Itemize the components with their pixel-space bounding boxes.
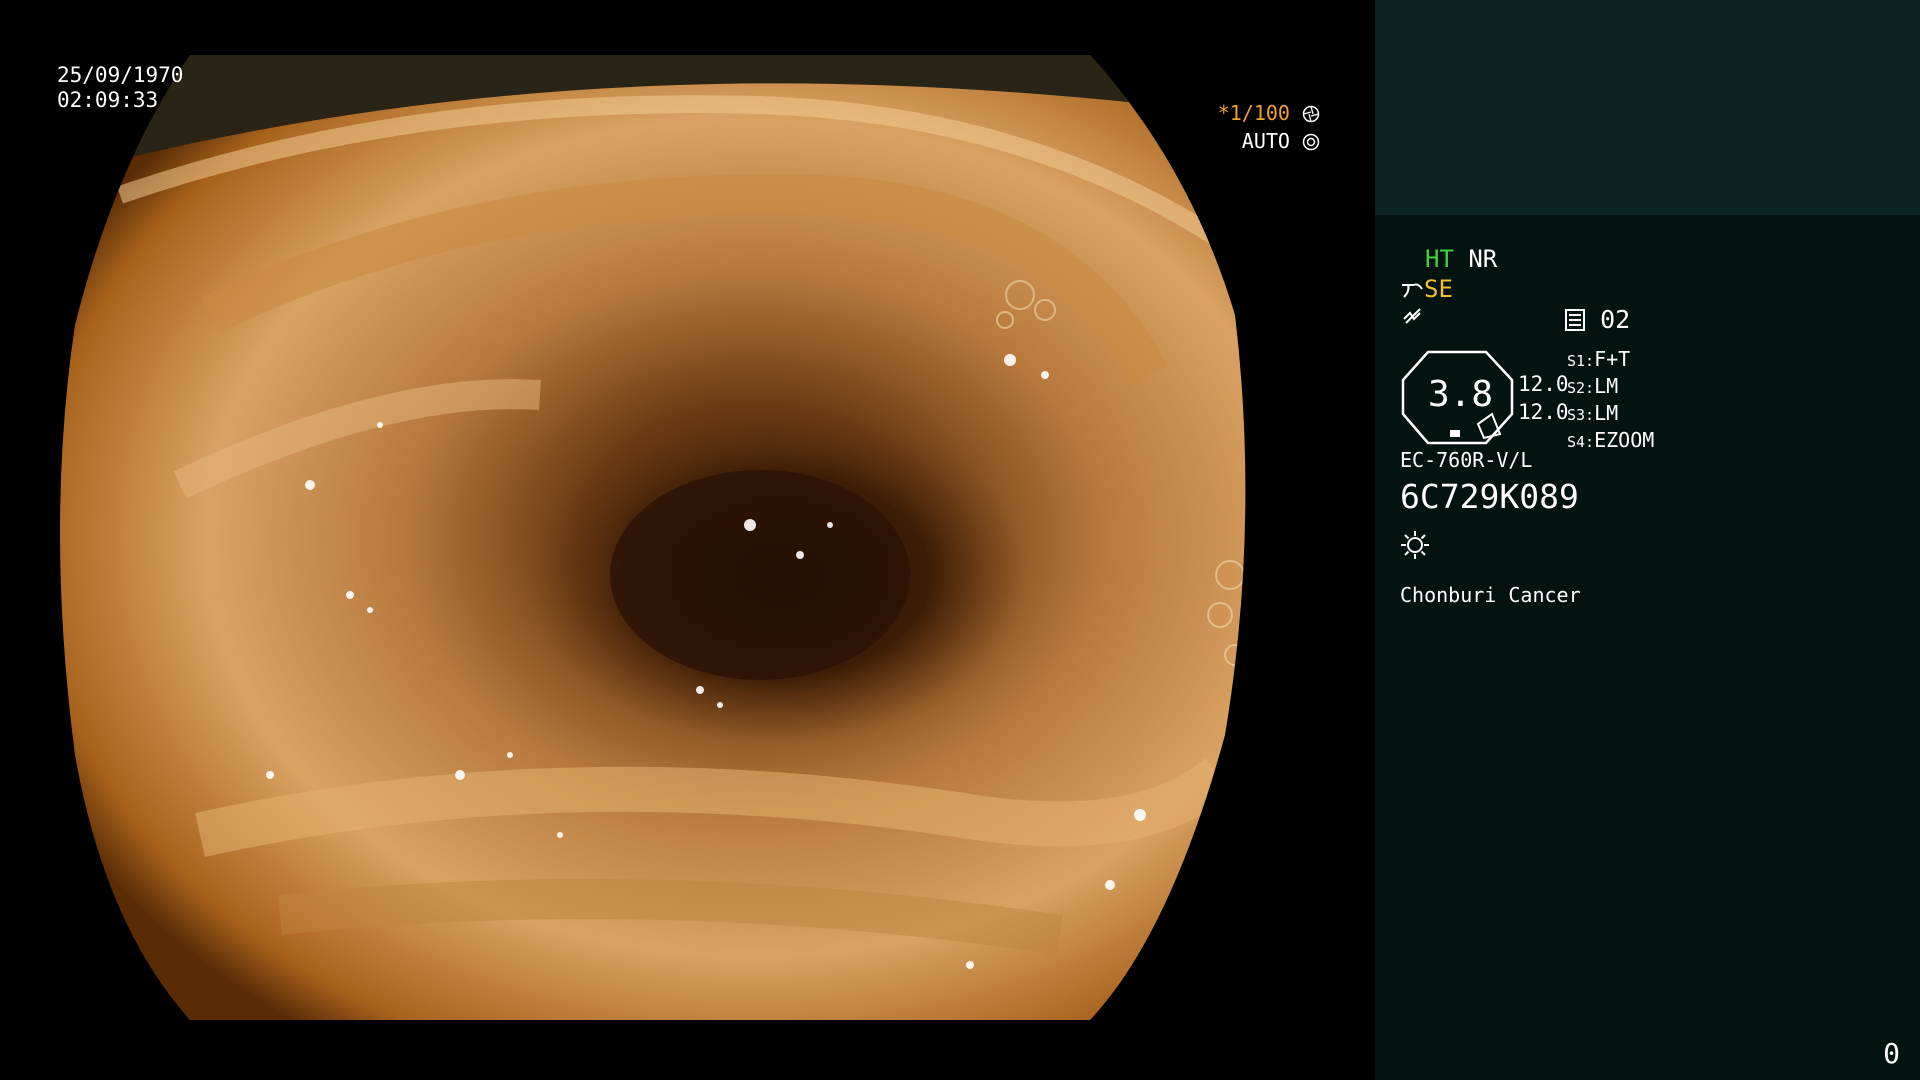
- iris-icon: [1302, 133, 1320, 151]
- memory-row: 02: [1565, 305, 1630, 334]
- switch-s3-value: LM: [1594, 401, 1619, 425]
- waveform-icon: [1403, 308, 1421, 324]
- side-panel-header: [1375, 0, 1920, 215]
- switch-s1: S1:F+T: [1567, 347, 1654, 374]
- iris-row: AUTO: [1218, 127, 1320, 155]
- time-text: 02:09:33: [57, 88, 159, 112]
- waveform-row: [1402, 305, 1424, 331]
- se-row: SE: [1400, 275, 1453, 303]
- scope-model: EC-760R-V/L: [1400, 448, 1533, 472]
- shutter-speed: *1/100: [1217, 101, 1290, 125]
- info-side-panel: HT NR SE 02 3.8 12.0 12.0 S1:F+T S2:LM S…: [1375, 0, 1920, 1080]
- level-values: 12.0 12.0: [1518, 370, 1569, 426]
- shutter-overlay: *1/100 AUTO: [1218, 99, 1320, 155]
- enhancement-icon: [1402, 283, 1423, 298]
- switch-s3-key: S3:: [1567, 406, 1595, 424]
- switch-s2: S2:LM: [1567, 374, 1654, 401]
- iris-mode: AUTO: [1241, 129, 1290, 153]
- switch-s3: S3:LM: [1567, 401, 1654, 428]
- date-text: 25/09/1970: [57, 63, 184, 87]
- nr-indicator: NR: [1468, 245, 1498, 273]
- level-value-1: 12.0: [1518, 372, 1569, 396]
- switch-s4-key: S4:: [1567, 433, 1595, 451]
- endoscopy-image: [60, 55, 1246, 1020]
- memory-icon: [1565, 309, 1585, 331]
- switch-s4-value: EZOOM: [1594, 428, 1655, 452]
- level-value-2: 12.0: [1518, 400, 1569, 424]
- memory-value: 02: [1600, 305, 1631, 334]
- switch-s4: S4:EZOOM: [1567, 428, 1654, 455]
- shutter-icon: [1302, 105, 1320, 123]
- switch-s2-value: LM: [1594, 374, 1619, 398]
- switch-list: S1:F+T S2:LM S3:LM S4:EZOOM: [1567, 347, 1654, 455]
- date-time-overlay: 25/09/1970 02:09:33: [57, 63, 183, 113]
- endoscope-video-area: 25/09/1970 02:09:33 *1/100 AUTO: [0, 0, 1375, 1080]
- switch-s1-key: S1:: [1567, 352, 1595, 370]
- se-indicator: SE: [1424, 275, 1453, 303]
- ht-nr-row: HT NR: [1425, 245, 1497, 273]
- switch-s2-key: S2:: [1567, 379, 1595, 397]
- zoom-value: 3.8: [1428, 374, 1494, 415]
- institution-name: Chonburi Cancer: [1400, 583, 1581, 607]
- scope-serial: 6C729K089: [1400, 477, 1579, 516]
- shutter-row: *1/100: [1218, 99, 1320, 127]
- frame-counter: 0: [1883, 1037, 1900, 1070]
- ht-indicator: HT: [1425, 245, 1454, 273]
- switch-s1-value: F+T: [1594, 347, 1631, 371]
- light-icon: [1401, 531, 1429, 559]
